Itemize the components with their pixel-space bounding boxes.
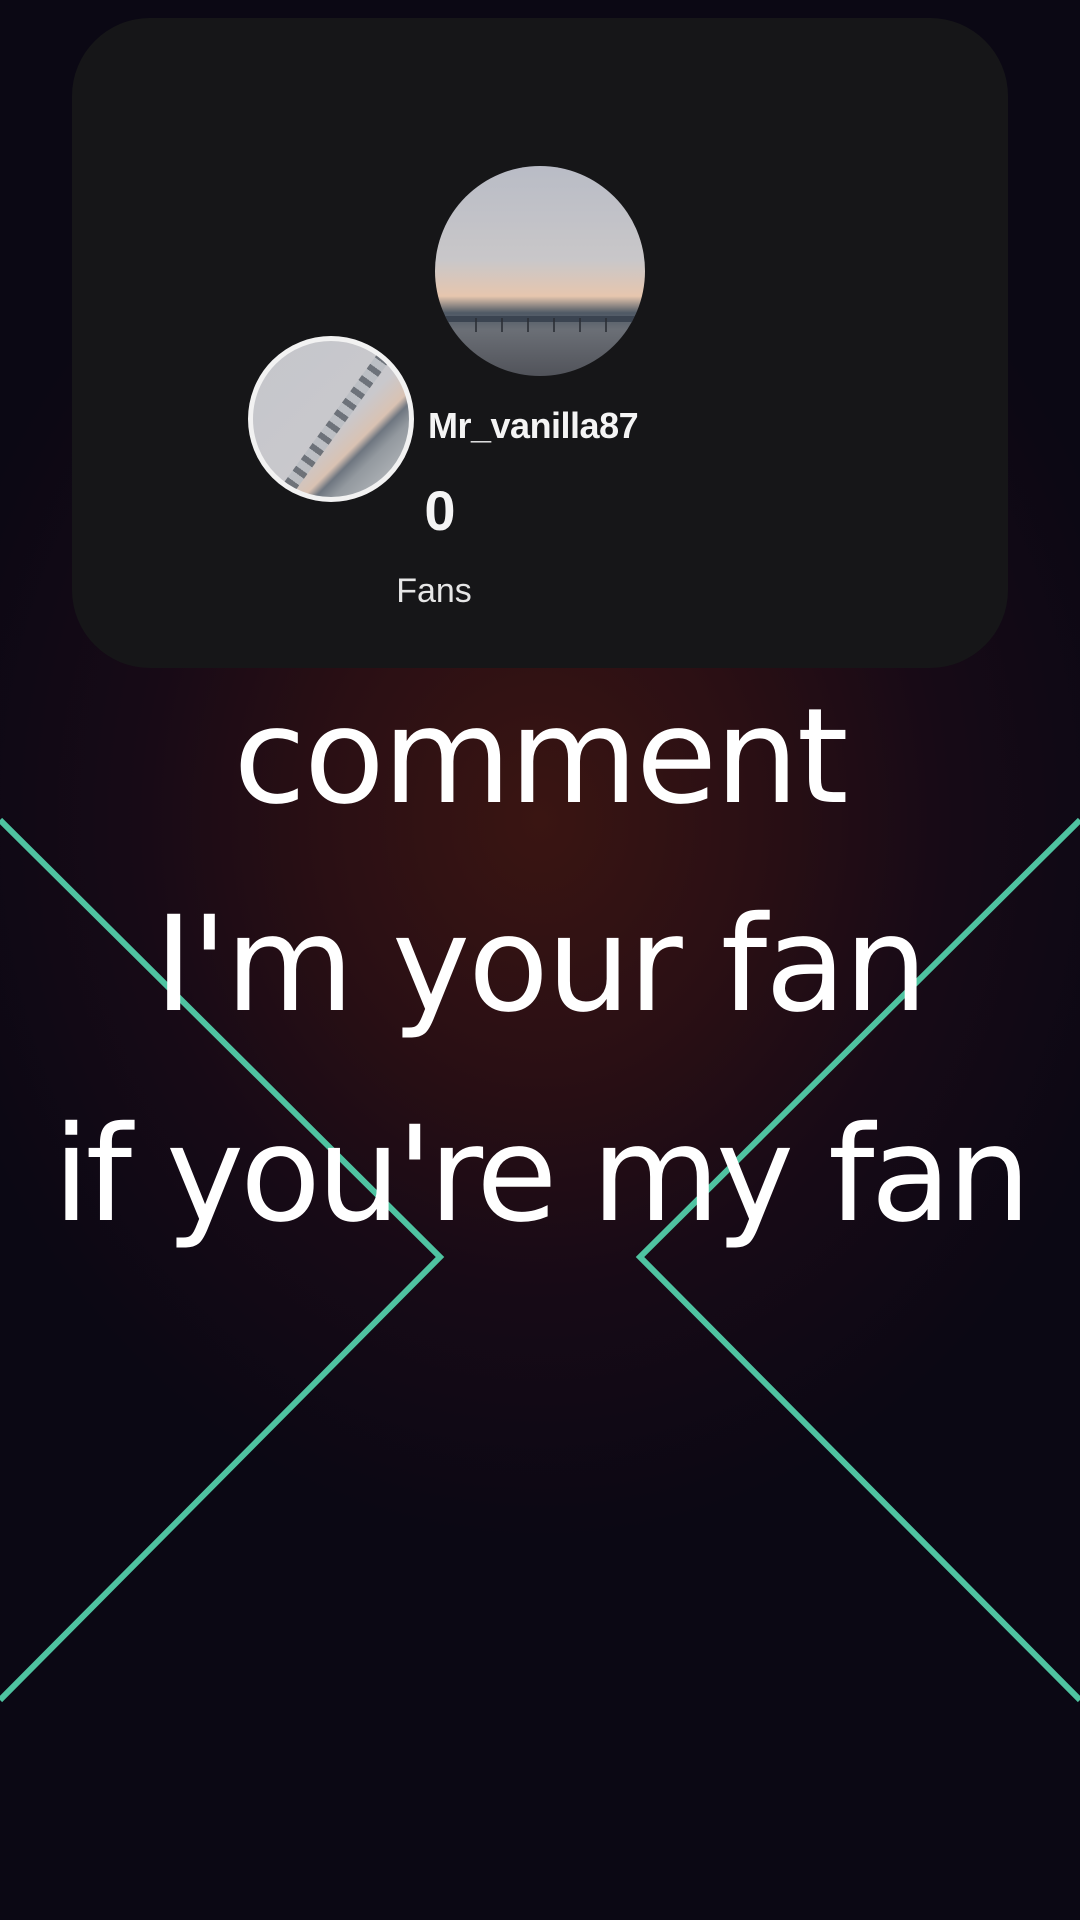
caption-line-2: I'm your fan (154, 888, 928, 1042)
profile-avatar-image[interactable] (435, 166, 645, 376)
video-frame: Mr_vanilla87 0 Fans comment I'm your fan… (0, 0, 1080, 1920)
caption-line-3: if you're my fan (52, 1098, 1031, 1252)
avatar-figures (465, 318, 615, 332)
username[interactable]: Mr_vanilla87 (428, 405, 639, 447)
fans-count: 0 (424, 479, 456, 542)
fans-label: Fans (396, 572, 472, 610)
caption-line-1: comment (233, 680, 848, 834)
